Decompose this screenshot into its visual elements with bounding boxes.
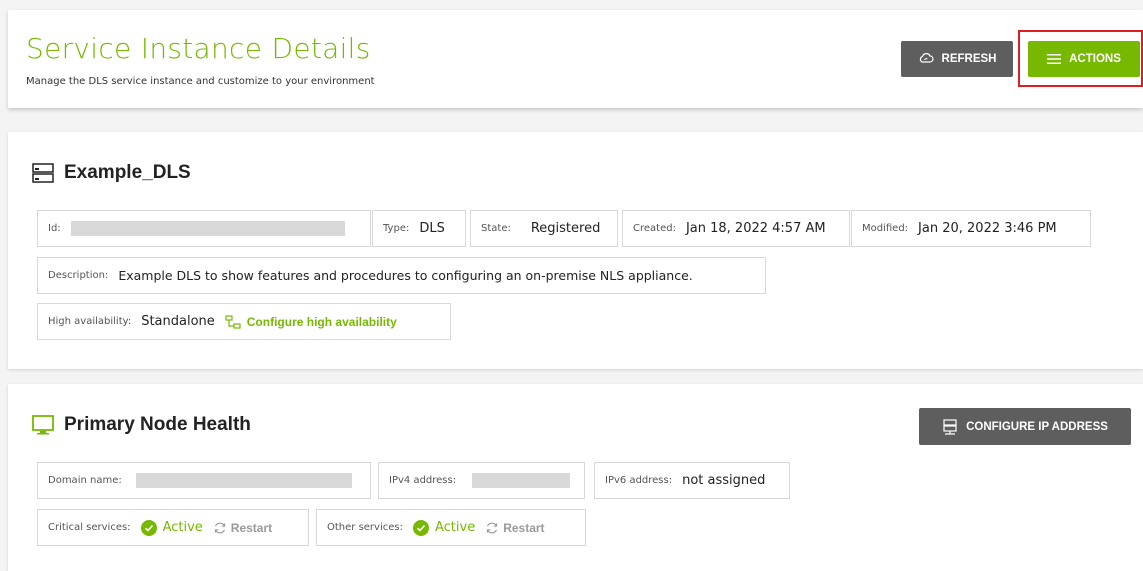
state-field: State: Registered (470, 210, 618, 247)
id-label: Id: (48, 223, 61, 234)
modified-label: Modified: (862, 223, 909, 234)
menu-icon (1047, 54, 1062, 64)
configure-ip-label: CONFIGURE IP ADDRESS (966, 420, 1108, 433)
domain-label: Domain name: (48, 475, 122, 486)
node-health-title: Primary Node Health (32, 414, 251, 436)
ipv4-field: IPv4 address: (378, 462, 585, 499)
ipv4-label: IPv4 address: (389, 475, 457, 486)
restart-icon (214, 522, 225, 533)
instance-name: Example_DLS (64, 162, 191, 183)
node-health-label: Primary Node Health (64, 414, 251, 435)
configure-ip-button[interactable]: CONFIGURE IP ADDRESS (919, 408, 1131, 445)
critical-services-field: Critical services: Active Restart (37, 509, 309, 546)
domain-redacted (135, 473, 352, 488)
check-circle-icon (140, 519, 157, 536)
description-field: Description: Example DLS to show feature… (37, 257, 766, 294)
page-title: Service Instance Details (26, 32, 371, 65)
id-field: Id: (37, 210, 371, 247)
other-restart-button[interactable]: Restart (485, 520, 545, 535)
instance-card: Example_DLS Id: Type: DLS State: Registe… (8, 132, 1143, 369)
page-subtitle: Manage the DLS service instance and cust… (26, 76, 375, 87)
refresh-button[interactable]: REFRESH (901, 41, 1013, 77)
created-label: Created: (633, 223, 676, 234)
ha-value: Standalone (141, 314, 215, 329)
ipv6-field: IPv6 address: not assigned (594, 462, 790, 499)
actions-label: ACTIONS (1069, 53, 1121, 65)
ipv4-redacted (472, 473, 571, 488)
critical-active-label: Active (162, 520, 203, 535)
actions-button[interactable]: ACTIONS (1028, 41, 1140, 77)
check-circle-icon (412, 519, 429, 536)
modified-field: Modified: Jan 20, 2022 3:46 PM (851, 210, 1091, 247)
refresh-label: REFRESH (941, 53, 997, 65)
type-value: DLS (419, 221, 445, 236)
critical-services-label: Critical services: (48, 522, 131, 533)
server-network-icon (943, 418, 957, 435)
critical-restart-label: Restart (230, 520, 273, 535)
description-label: Description: (48, 270, 109, 281)
description-value: Example DLS to show features and procedu… (118, 268, 693, 283)
other-services-field: Other services: Active Restart (316, 509, 586, 546)
modified-value: Jan 20, 2022 3:46 PM (918, 221, 1057, 236)
other-restart-label: Restart (503, 520, 545, 535)
other-services-label: Other services: (327, 522, 403, 533)
type-field: Type: DLS (372, 210, 466, 247)
ha-label: High availability: (48, 316, 132, 327)
server-icon (32, 163, 54, 183)
ipv6-label: IPv6 address: (605, 475, 673, 486)
ipv6-value: not assigned (682, 473, 766, 488)
other-active-label: Active (434, 520, 476, 535)
configure-ha-link[interactable]: Configure high availability (225, 315, 397, 329)
ha-field: High availability: Standalone Configure … (37, 303, 451, 340)
state-label: State: (481, 223, 511, 234)
type-label: Type: (383, 223, 410, 234)
created-field: Created: Jan 18, 2022 4:57 AM (622, 210, 850, 247)
created-value: Jan 18, 2022 4:57 AM (685, 221, 826, 236)
other-status: Active (412, 519, 476, 536)
instance-title: Example_DLS (32, 162, 191, 184)
monitor-icon (32, 415, 54, 435)
state-value: Registered (530, 221, 601, 236)
cloud-refresh-icon (919, 53, 934, 63)
restart-icon (487, 522, 498, 533)
network-icon (225, 314, 241, 329)
critical-status: Active (140, 519, 203, 536)
domain-field: Domain name: (37, 462, 371, 499)
critical-restart-button[interactable]: Restart (213, 521, 272, 535)
id-redacted (70, 221, 345, 236)
configure-ha-label: Configure high availability (246, 314, 397, 329)
